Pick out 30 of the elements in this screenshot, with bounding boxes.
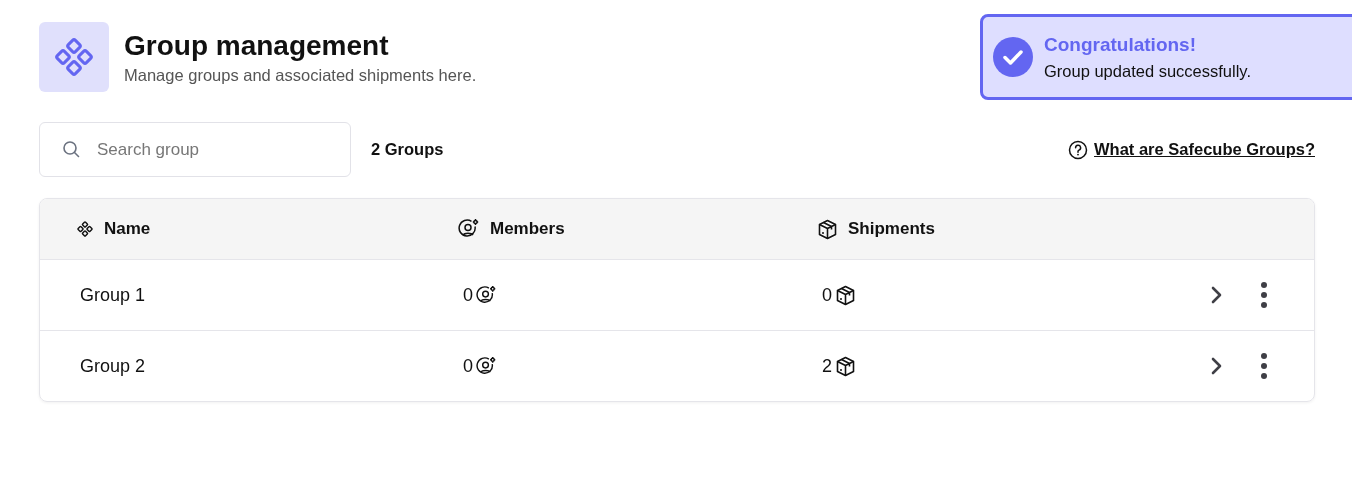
member-count: 0: [463, 355, 473, 377]
user-gear-icon: [458, 218, 480, 240]
groups-icon: [76, 220, 94, 238]
box-icon: [817, 218, 838, 240]
toast-message: Group updated successfully.: [1044, 61, 1251, 81]
more-icon: [1260, 352, 1268, 380]
column-header: Name: [104, 219, 151, 239]
page-subtitle: Manage groups and associated shipments here.: [124, 65, 477, 85]
page-title: Group management: [124, 29, 390, 62]
shipment-count: 2: [822, 355, 832, 377]
shipment-count: 0: [822, 284, 832, 306]
member-count: 0: [463, 284, 473, 306]
more-icon: [1260, 281, 1268, 309]
search-field[interactable]: Search group: [39, 122, 351, 177]
chevron-right-icon: [1210, 356, 1222, 376]
groups-logo: [39, 22, 109, 92]
toast-title: Congratulations!: [1044, 33, 1197, 56]
box-icon: [835, 284, 856, 306]
check-icon: [993, 37, 1033, 77]
user-gear-icon: [476, 355, 497, 377]
help-link[interactable]: What are Safecube Groups?: [1094, 140, 1315, 159]
user-gear-icon: [476, 284, 497, 306]
column-header: Shipments: [848, 219, 935, 239]
group-count: 2 Groups: [371, 140, 444, 159]
chevron-right-icon: [1210, 285, 1222, 305]
group-name: Group 2: [80, 355, 146, 376]
box-icon: [835, 355, 856, 377]
help-icon: [1068, 139, 1089, 160]
group-name: Group 1: [80, 284, 146, 305]
column-header: Members: [490, 219, 565, 239]
